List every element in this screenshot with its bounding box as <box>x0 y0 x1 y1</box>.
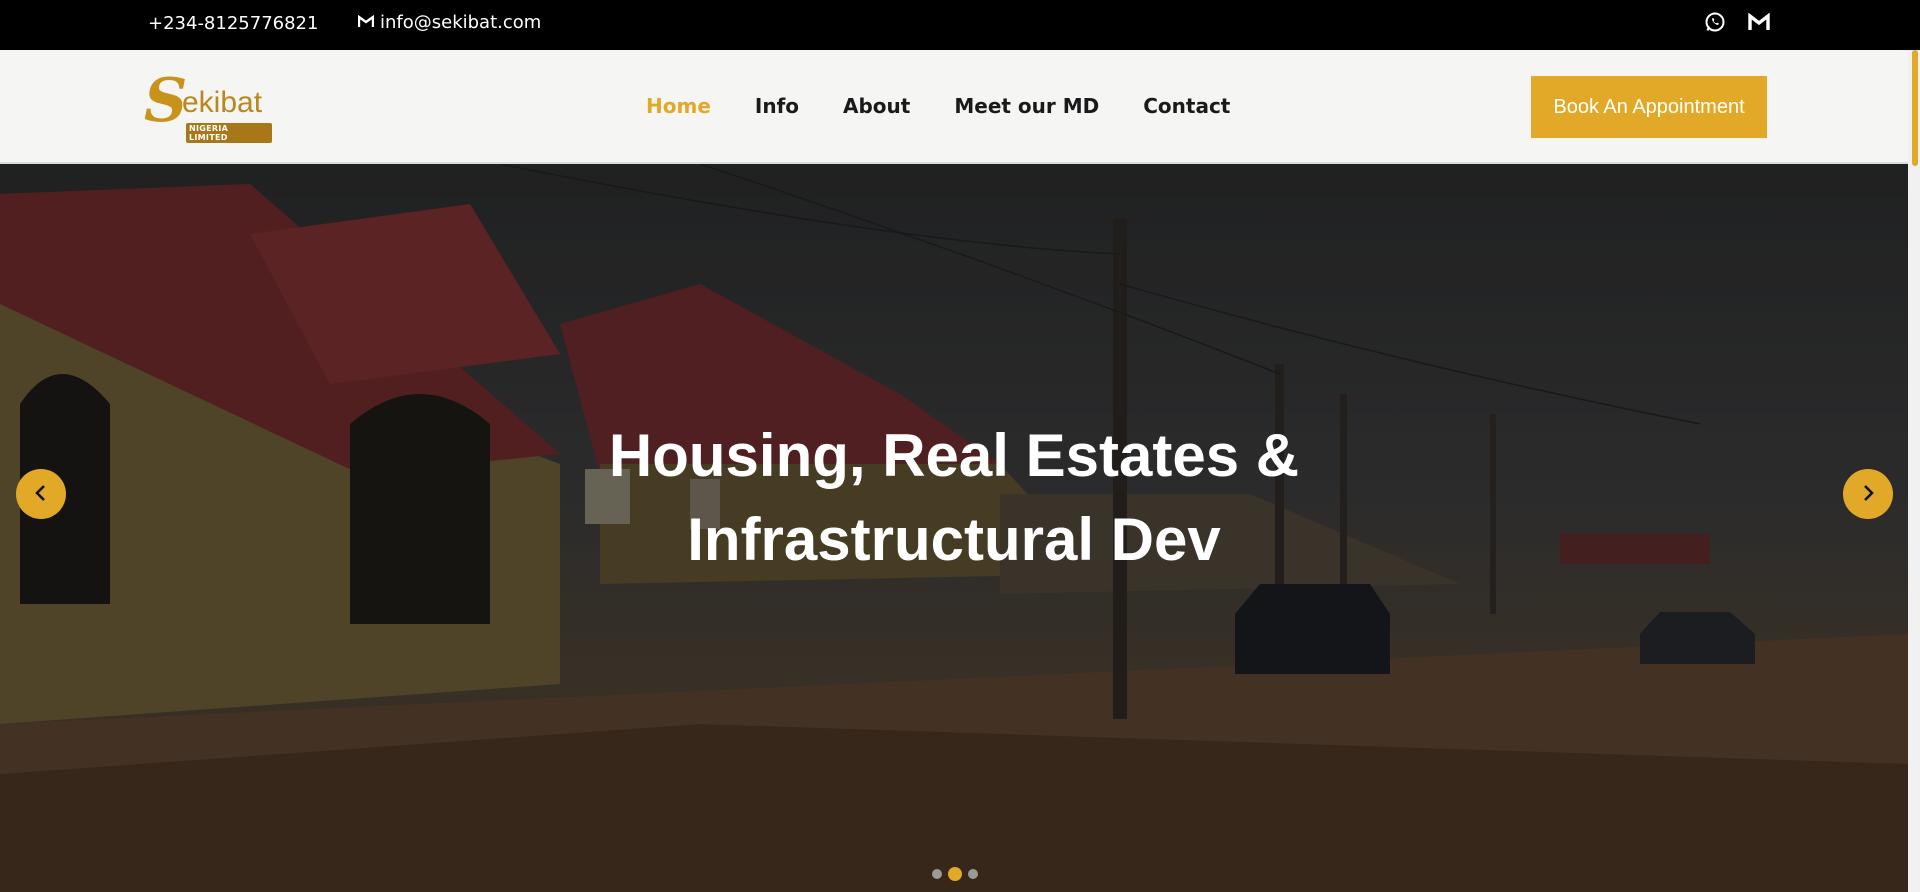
book-appointment-button[interactable]: Book An Appointment <box>1531 76 1767 138</box>
email-contact[interactable]: info@sekibat.com <box>357 12 542 33</box>
main-nav: Home Info About Meet our MD Contact <box>646 94 1230 118</box>
sekibat-logo[interactable]: S ekibat NIGERIA LIMITED <box>142 66 272 143</box>
social-links <box>1704 11 1770 33</box>
hero-slider: Housing, Real Estates & Infrastructural … <box>0 164 1908 892</box>
whatsapp-icon[interactable] <box>1704 11 1726 33</box>
hero-title: Housing, Real Estates & Infrastructural … <box>0 414 1908 582</box>
slider-dot[interactable] <box>968 869 978 879</box>
page-scrollbar[interactable] <box>1908 50 1920 892</box>
email-address: info@sekibat.com <box>380 12 542 33</box>
logo-initial: S <box>144 66 188 136</box>
gmail-icon <box>357 12 375 33</box>
nav-home[interactable]: Home <box>646 94 711 118</box>
phone-number[interactable]: +234-8125776821 <box>148 13 318 34</box>
hero-title-line-1: Housing, Real Estates & <box>608 422 1300 489</box>
slider-dot-active[interactable] <box>948 867 962 881</box>
site-header: S ekibat NIGERIA LIMITED Home Info About… <box>0 50 1908 164</box>
slider-prev-button[interactable] <box>16 469 66 519</box>
logo-tagline: NIGERIA LIMITED <box>186 123 272 143</box>
hero-title-line-2: Infrastructural Dev <box>687 506 1221 573</box>
chevron-left-icon <box>31 483 51 506</box>
nav-info[interactable]: Info <box>755 94 799 118</box>
nav-meet-our-md[interactable]: Meet our MD <box>954 94 1099 118</box>
top-contact-bar: +234-8125776821 info@sekibat.com <box>0 0 1920 50</box>
chevron-right-icon <box>1858 483 1878 506</box>
slider-dot[interactable] <box>932 869 942 879</box>
scrollbar-thumb[interactable] <box>1912 50 1918 166</box>
slider-next-button[interactable] <box>1843 469 1893 519</box>
gmail-icon[interactable] <box>1748 13 1770 31</box>
slider-pagination <box>932 867 978 881</box>
nav-contact[interactable]: Contact <box>1143 94 1230 118</box>
logo-wordmark: ekibat <box>182 86 263 119</box>
nav-about[interactable]: About <box>843 94 910 118</box>
